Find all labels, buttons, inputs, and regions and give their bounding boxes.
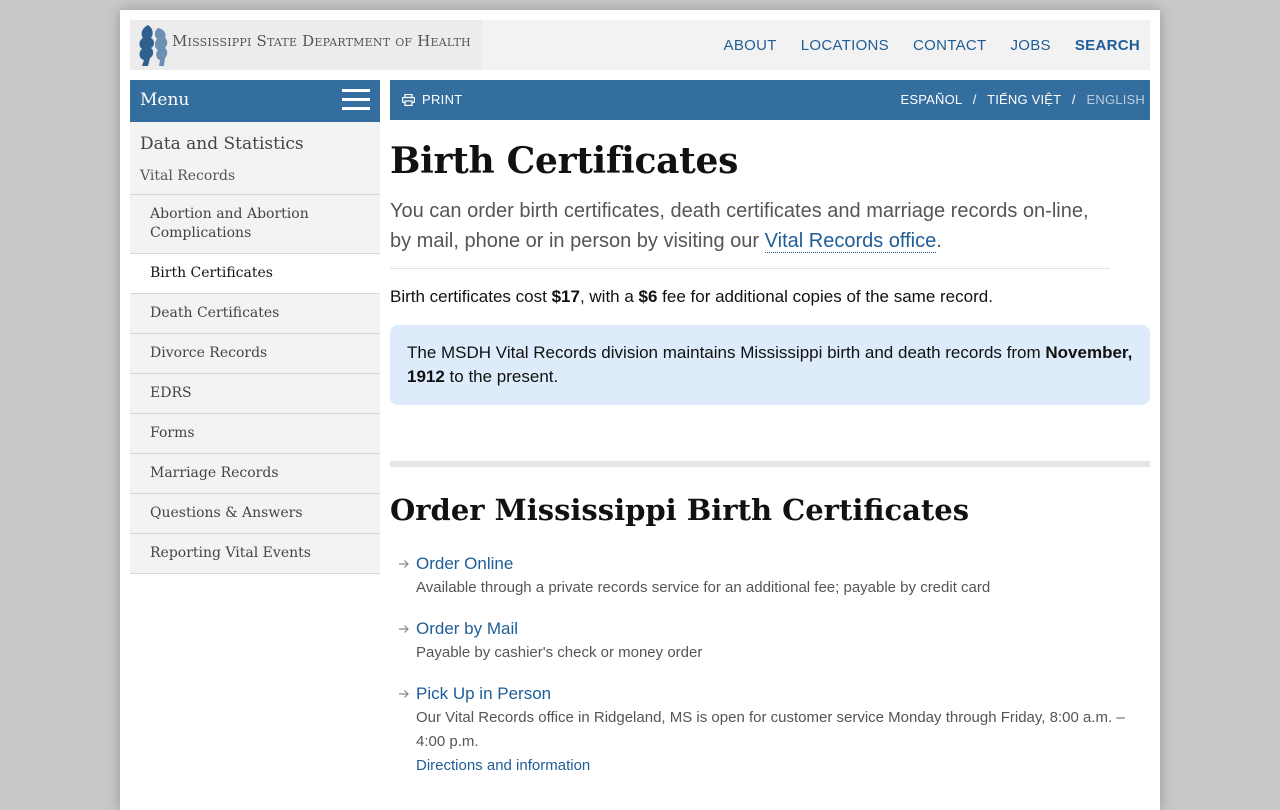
- option-order-online: Order Online Available through a private…: [390, 553, 1150, 600]
- msdh-logo[interactable]: Mississippi State Department of Health: [130, 20, 482, 70]
- sidebar-heading[interactable]: Data and Statistics: [130, 122, 380, 162]
- sidebar-item-marriage-records[interactable]: Marriage Records: [130, 454, 380, 494]
- sidebar-item-edrs[interactable]: EDRS: [130, 374, 380, 414]
- sidebar-item-forms[interactable]: Forms: [130, 414, 380, 454]
- arrow-right-icon: [399, 625, 409, 633]
- lead-end: .: [936, 230, 942, 252]
- nav-contact[interactable]: CONTACT: [913, 37, 986, 54]
- site-header: Mississippi State Department of Health A…: [130, 20, 1150, 70]
- price-text: Birth certificates cost $17, with a $6 f…: [390, 287, 1150, 307]
- records-notice: The MSDH Vital Records division maintain…: [390, 325, 1150, 405]
- language-switcher: ESPAÑOL / TIẾNG VIỆT / ENGLISH: [901, 92, 1146, 107]
- sidebar-nav: Data and Statistics Vital Records Aborti…: [130, 122, 380, 574]
- main-content: Birth Certificates You can order birth c…: [390, 140, 1150, 778]
- arrow-right-icon: [399, 560, 409, 568]
- lang-vietnamese[interactable]: TIẾNG VIỆT: [987, 92, 1061, 107]
- price-fee: $6: [638, 287, 658, 306]
- price-main: $17: [551, 287, 580, 306]
- notice-text: The MSDH Vital Records division maintain…: [407, 343, 1046, 362]
- sidebar-item-birth-certificates[interactable]: Birth Certificates: [130, 254, 380, 294]
- printer-icon: [402, 93, 415, 106]
- vital-records-office-link[interactable]: Vital Records office: [764, 230, 937, 253]
- order-online-link[interactable]: Order Online: [416, 553, 1150, 575]
- content-toolbar: PRINT ESPAÑOL / TIẾNG VIỆT / ENGLISH: [390, 80, 1150, 120]
- top-nav: ABOUT LOCATIONS CONTACT JOBS SEARCH: [724, 20, 1140, 70]
- order-by-mail-desc: Payable by cashier's check or money orde…: [416, 644, 703, 661]
- sidebar-item-abortion[interactable]: Abortion and Abortion Complications: [130, 195, 380, 254]
- arrow-right-icon: [399, 690, 409, 698]
- sidebar-item-reporting-vital-events[interactable]: Reporting Vital Events: [130, 534, 380, 574]
- page: Mississippi State Department of Health A…: [120, 10, 1160, 810]
- sidebar-item-death-certificates[interactable]: Death Certificates: [130, 294, 380, 334]
- hamburger-menu-icon[interactable]: [342, 89, 370, 113]
- lead-text: You can order birth certificates, death …: [390, 200, 1089, 252]
- price-suffix: fee for additional copies of the same re…: [657, 287, 993, 306]
- sidebar-item-divorce-records[interactable]: Divorce Records: [130, 334, 380, 374]
- price-prefix: Birth certificates cost: [390, 287, 552, 306]
- msdh-seal-icon: [139, 25, 168, 66]
- order-online-desc: Available through a private records serv…: [416, 579, 991, 596]
- lang-separator: /: [972, 92, 977, 107]
- section-divider: [390, 461, 1150, 467]
- sidebar-item-questions-answers[interactable]: Questions & Answers: [130, 494, 380, 534]
- nav-jobs[interactable]: JOBS: [1010, 37, 1050, 54]
- nav-search[interactable]: SEARCH: [1075, 37, 1140, 54]
- order-by-mail-link[interactable]: Order by Mail: [416, 618, 1150, 640]
- nav-about[interactable]: ABOUT: [724, 37, 777, 54]
- lead-paragraph: You can order birth certificates, death …: [390, 196, 1110, 269]
- lang-espanol[interactable]: ESPAÑOL: [901, 92, 962, 107]
- menu-bar[interactable]: Menu: [130, 80, 380, 122]
- option-pick-up-in-person: Pick Up in Person Our Vital Records offi…: [390, 683, 1150, 778]
- section-title: Order Mississippi Birth Certificates: [390, 493, 970, 527]
- page-title: Birth Certificates: [390, 140, 739, 182]
- option-order-by-mail: Order by Mail Payable by cashier's check…: [390, 618, 1150, 665]
- menu-label: Menu: [140, 90, 190, 110]
- print-button[interactable]: PRINT: [402, 92, 463, 107]
- lang-english[interactable]: ENGLISH: [1087, 92, 1145, 107]
- notice-end: to the present.: [444, 367, 559, 386]
- lang-separator: /: [1071, 92, 1076, 107]
- nav-locations[interactable]: LOCATIONS: [801, 37, 889, 54]
- pick-up-in-person-desc: Our Vital Records office in Ridgeland, M…: [416, 709, 1125, 750]
- pick-up-in-person-link[interactable]: Pick Up in Person: [416, 683, 1150, 705]
- sidebar-subheading[interactable]: Vital Records: [130, 162, 380, 195]
- logo-text: Mississippi State Department of Health: [172, 32, 471, 50]
- price-mid: , with a: [579, 287, 639, 306]
- print-label: PRINT: [422, 92, 463, 107]
- directions-link[interactable]: Directions and information: [416, 754, 1150, 778]
